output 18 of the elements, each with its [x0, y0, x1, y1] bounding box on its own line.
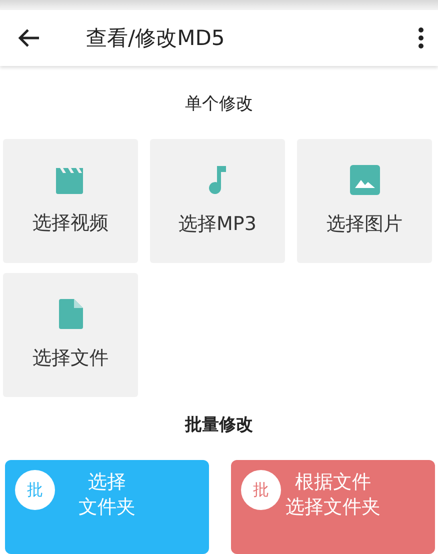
- card-label: 文件夹: [78, 494, 136, 520]
- more-icon: [418, 27, 424, 49]
- image-icon: [350, 165, 380, 195]
- card-label: 选择文件夹: [286, 494, 380, 520]
- back-arrow-icon: [18, 28, 40, 48]
- section-title: 单个修改: [185, 93, 253, 115]
- file-type-tile[interactable]: 选择MP3: [150, 139, 285, 263]
- music-note-icon: [206, 165, 228, 195]
- card-label: 选择: [88, 470, 126, 495]
- file-type-tile[interactable]: 选择视频: [3, 139, 138, 263]
- badge: 批: [241, 470, 281, 510]
- section-title: 批量修改: [185, 414, 253, 436]
- file-type-tile[interactable]: 选择图片: [297, 139, 432, 263]
- file-type-tile[interactable]: 选择文件: [3, 273, 138, 397]
- page-title: 查看/修改MD5: [86, 25, 226, 52]
- file-icon: [58, 299, 82, 329]
- badge: 批: [15, 470, 55, 510]
- card-label: 根据文件: [295, 470, 371, 495]
